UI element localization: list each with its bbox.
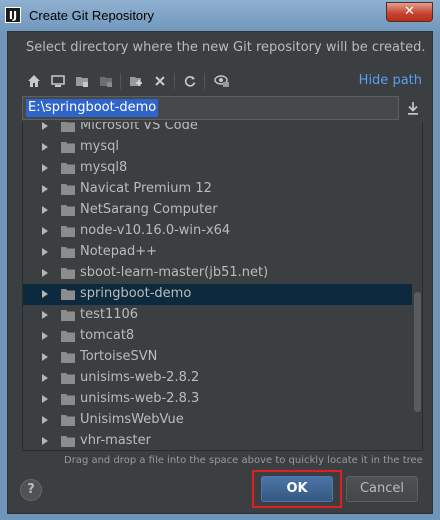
expand-arrow-icon[interactable]: [42, 164, 48, 172]
expand-arrow-icon[interactable]: [42, 437, 48, 445]
title-bar[interactable]: IJ Create Git Repository ✕: [0, 0, 440, 32]
folder-icon: [61, 309, 75, 321]
expand-arrow-icon[interactable]: [42, 227, 48, 235]
expand-arrow-icon[interactable]: [42, 248, 48, 256]
folder-icon: [61, 414, 75, 426]
dialog-window: IJ Create Git Repository ✕ Select direct…: [0, 0, 440, 520]
expand-arrow-icon[interactable]: [42, 395, 48, 403]
tree-row[interactable]: node-v10.16.0-win-x64: [23, 221, 412, 242]
expand-arrow-icon[interactable]: [42, 311, 48, 319]
tree-row-label: TortoiseSVN: [80, 349, 158, 364]
scrollbar-thumb[interactable]: [414, 292, 421, 412]
tree-row-label: test1106: [80, 307, 139, 322]
ok-button[interactable]: OK: [261, 476, 333, 502]
tree-row[interactable]: Navicat Premium 12: [23, 179, 412, 200]
close-button[interactable]: ✕: [386, 2, 433, 22]
tree-row-label: tomcat8: [80, 328, 135, 343]
folder-icon: [61, 288, 75, 300]
tree-row[interactable]: unisims-web-2.8.2: [23, 368, 412, 389]
expand-arrow-icon[interactable]: [42, 332, 48, 340]
refresh-icon[interactable]: [180, 71, 200, 91]
home-icon[interactable]: [24, 71, 44, 91]
description-text: Select directory where the new Git repos…: [26, 40, 426, 55]
project-icon[interactable]: [72, 71, 92, 91]
folder-icon: [61, 162, 75, 174]
expand-arrow-icon[interactable]: [42, 122, 48, 130]
folder-icon: [61, 372, 75, 384]
new-folder-icon[interactable]: [126, 71, 146, 91]
tree-row-label: unisims-web-2.8.3: [80, 391, 200, 406]
tree-row[interactable]: NetSarang Computer: [23, 200, 412, 221]
folder-icon: [61, 330, 75, 342]
path-input[interactable]: E:\springboot-demo: [22, 96, 399, 120]
expand-arrow-icon[interactable]: [42, 269, 48, 277]
drag-drop-hint: Drag and drop a file into the space abov…: [64, 455, 423, 466]
expand-arrow-icon[interactable]: [42, 290, 48, 298]
tree-row-label: Navicat Premium 12: [80, 181, 212, 196]
show-hidden-icon[interactable]: [212, 71, 232, 91]
tree-row-label: springboot-demo: [80, 286, 192, 301]
folder-icon: [61, 351, 75, 363]
expand-arrow-icon[interactable]: [42, 185, 48, 193]
folder-icon: [61, 267, 75, 279]
folder-icon: [61, 141, 75, 153]
tree-row[interactable]: UnisimsWebVue: [23, 410, 412, 431]
path-row: E:\springboot-demo: [22, 96, 422, 120]
expand-arrow-icon[interactable]: [42, 416, 48, 424]
toolbar-separator: [174, 73, 175, 89]
tree-row-label: sboot-learn-master(jb51.net): [80, 265, 269, 280]
expand-arrow-icon[interactable]: [42, 206, 48, 214]
tree-row-label: mysql: [80, 139, 119, 154]
tree-row-label: Notepad++: [80, 244, 158, 259]
tree-scrollbar[interactable]: [413, 122, 422, 450]
folder-icon: [61, 122, 75, 132]
tree-row-label: vhr-master: [80, 433, 151, 448]
folder-icon: [61, 393, 75, 405]
folder-icon: [61, 246, 75, 258]
module-icon[interactable]: [96, 71, 116, 91]
toolbar-separator: [120, 73, 121, 89]
tree-row[interactable]: Microsoft VS Code: [23, 122, 412, 137]
tree-row[interactable]: vhr-master: [23, 431, 412, 450]
hide-path-link[interactable]: Hide path: [359, 73, 422, 88]
tree-row[interactable]: mysql8: [23, 158, 412, 179]
tree-row[interactable]: sboot-learn-master(jb51.net): [23, 263, 412, 284]
window-title: Create Git Repository: [29, 8, 154, 23]
tree-row[interactable]: unisims-web-2.8.3: [23, 389, 412, 410]
delete-icon[interactable]: [150, 71, 170, 91]
help-button[interactable]: ?: [20, 479, 42, 501]
intellij-icon: IJ: [5, 7, 21, 23]
tree-row-label: Microsoft VS Code: [80, 122, 198, 133]
folder-icon: [61, 225, 75, 237]
tree-row-label: mysql8: [80, 160, 128, 175]
desktop-icon[interactable]: [48, 71, 68, 91]
folder-icon: [61, 204, 75, 216]
expand-arrow-icon[interactable]: [42, 353, 48, 361]
toolbar-separator: [204, 73, 205, 89]
tree-row-label: node-v10.16.0-win-x64: [80, 223, 231, 238]
expand-arrow-icon[interactable]: [42, 374, 48, 382]
expand-arrow-icon[interactable]: [42, 143, 48, 151]
cancel-button[interactable]: Cancel: [346, 476, 418, 502]
tree-row-label: UnisimsWebVue: [80, 412, 184, 427]
tree-row-label: NetSarang Computer: [80, 202, 218, 217]
folder-icon: [61, 435, 75, 447]
path-value: E:\springboot-demo: [26, 99, 159, 117]
tree-row[interactable]: springboot-demo: [23, 284, 412, 305]
tree-row[interactable]: Notepad++: [23, 242, 412, 263]
tree-row[interactable]: mysql: [23, 137, 412, 158]
tree-row-label: unisims-web-2.8.2: [80, 370, 200, 385]
toolbar: Hide path: [22, 69, 422, 93]
tree-row[interactable]: TortoiseSVN: [23, 347, 412, 368]
directory-tree[interactable]: vhr-master UnisimsWebVue unisims-web-2.8.3…: [22, 122, 423, 451]
tree-row[interactable]: test1106: [23, 305, 412, 326]
download-icon[interactable]: [405, 100, 421, 116]
folder-icon: [61, 183, 75, 195]
dialog-content: Select directory where the new Git repos…: [7, 31, 433, 514]
tree-row[interactable]: tomcat8: [23, 326, 412, 347]
